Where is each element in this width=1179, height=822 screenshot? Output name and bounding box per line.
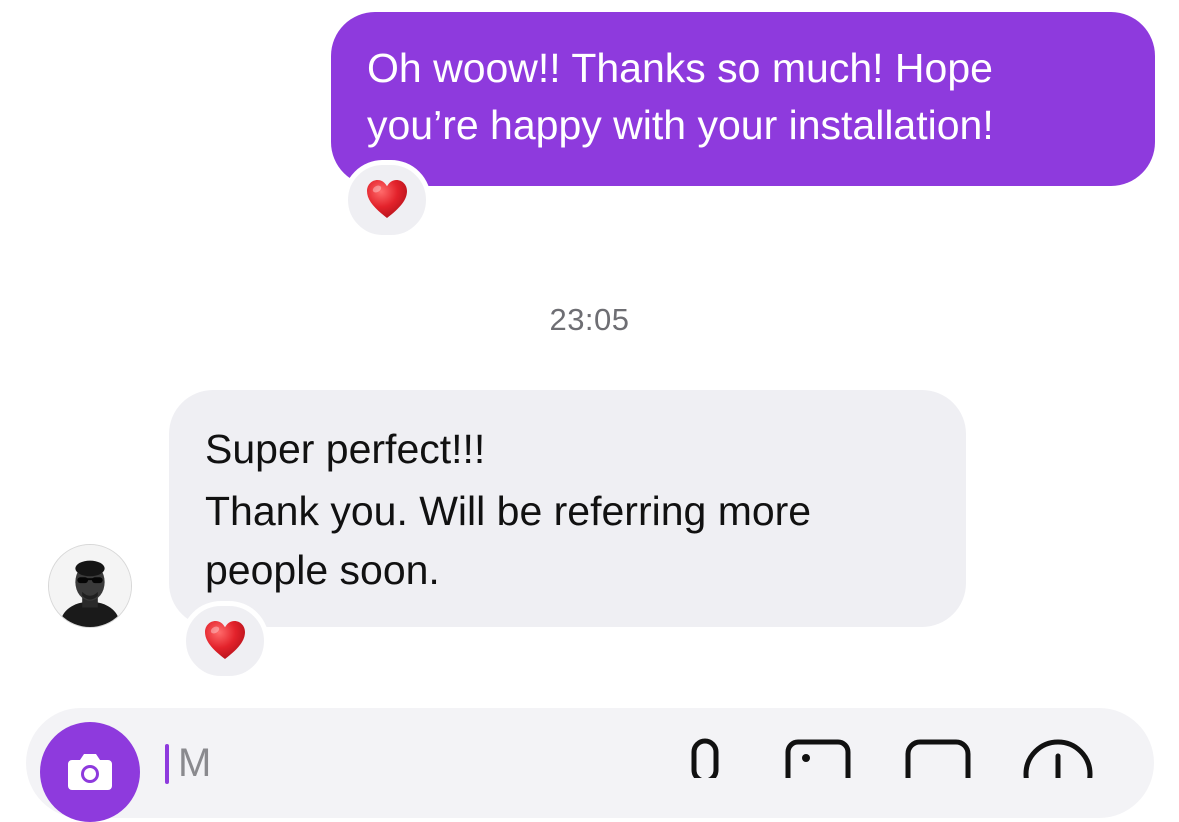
sent-message-reaction[interactable] [343,160,431,240]
red-heart-icon [205,621,245,659]
received-message-reaction[interactable] [181,601,269,681]
avatar[interactable] [48,544,132,628]
received-message-line-1: Super perfect!!! [205,426,486,472]
text-cursor [165,744,169,784]
received-message-line-2: Thank you. Will be referring more [205,488,812,534]
sent-message-line-2: you’re happy with your installation! [367,102,994,148]
message-timestamp: 23:05 [549,302,630,337]
received-message-line-3: people soon. [205,547,440,593]
received-message-bubble[interactable]: Super perfect!!! Thank you. Will be refe… [169,390,966,627]
sent-message-line-1: Oh woow!! Thanks so much! Hope [367,45,993,91]
add-circle-icon[interactable] [1022,738,1094,778]
camera-icon [68,754,112,790]
sent-message-bubble[interactable]: Oh woow!! Thanks so much! Hope you’re ha… [331,12,1155,186]
message-input[interactable]: M [178,743,211,783]
sticker-icon[interactable] [902,738,974,778]
avatar-photo [49,545,131,627]
camera-button[interactable] [40,722,140,822]
microphone-icon[interactable] [682,738,730,778]
red-heart-icon [367,180,407,218]
gallery-icon[interactable] [782,738,854,778]
